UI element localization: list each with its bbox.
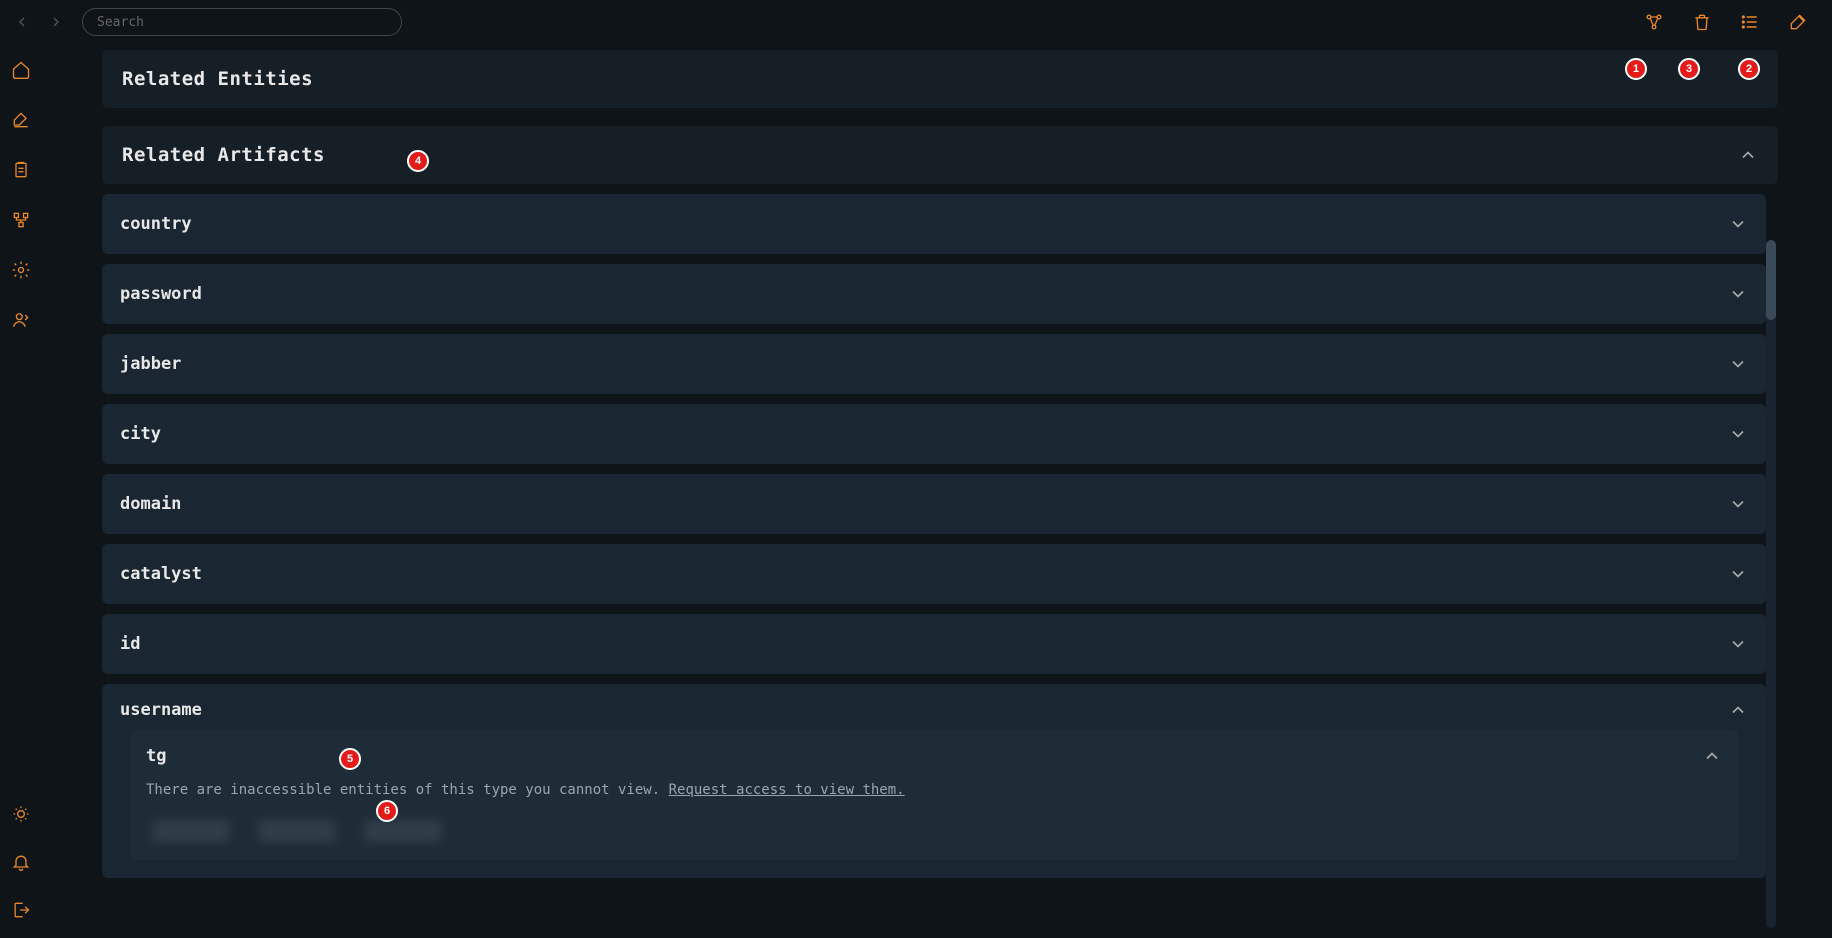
chevron-down-icon[interactable] (1728, 214, 1748, 234)
blurred-item (152, 820, 230, 842)
chevron-down-icon[interactable] (1728, 494, 1748, 514)
artifact-row-jabber[interactable]: jabber (102, 334, 1766, 394)
chevron-up-icon[interactable] (1702, 746, 1722, 766)
inaccessible-text: There are inaccessible entities of this … (146, 782, 669, 798)
clipboard-icon[interactable] (11, 160, 31, 180)
artifact-row-country[interactable]: country (102, 194, 1766, 254)
back-button[interactable] (14, 14, 30, 30)
home-icon[interactable] (11, 60, 31, 80)
list-icon[interactable] (1740, 12, 1760, 32)
artifact-row-catalyst[interactable]: catalyst (102, 544, 1766, 604)
user-icon[interactable] (11, 310, 31, 330)
related-entities-section[interactable]: Related Entities (102, 50, 1778, 108)
sub-label: tg (146, 746, 166, 766)
artifact-row-city[interactable]: city (102, 404, 1766, 464)
chevron-up-icon[interactable] (1738, 145, 1758, 165)
artifact-label: city (120, 424, 161, 444)
marker-5: 5 (339, 748, 361, 770)
chevron-down-icon[interactable] (1728, 424, 1748, 444)
top-actions (1644, 12, 1822, 32)
edit-icon[interactable] (11, 110, 31, 130)
blurred-entities (146, 820, 1722, 842)
artifact-row-id[interactable]: id (102, 614, 1766, 674)
username-sub-tg: tg There are inaccessible entities of th… (130, 730, 1738, 860)
inaccessible-message: There are inaccessible entities of this … (146, 782, 1722, 798)
marker-3: 3 (1678, 58, 1700, 80)
search-input[interactable] (82, 8, 402, 36)
marker-1: 1 (1625, 58, 1647, 80)
chevron-down-icon[interactable] (1728, 354, 1748, 374)
related-entities-title: Related Entities (122, 68, 313, 90)
artifact-label: country (120, 214, 192, 234)
chevron-down-icon[interactable] (1728, 634, 1748, 654)
blurred-item (364, 820, 442, 842)
logout-icon[interactable] (11, 900, 31, 920)
marker-2: 2 (1738, 58, 1760, 80)
artifact-label: catalyst (120, 564, 202, 584)
artifact-label: jabber (120, 354, 181, 374)
artifact-label: password (120, 284, 202, 304)
artifact-label: username (120, 700, 202, 720)
related-artifacts-title: Related Artifacts (122, 144, 325, 166)
artifact-label: id (120, 634, 140, 654)
chevron-down-icon[interactable] (1728, 284, 1748, 304)
pen-icon[interactable] (1788, 12, 1808, 32)
nav-arrows (14, 14, 64, 30)
content: Related Entities Related Artifacts count… (42, 44, 1832, 938)
theme-icon[interactable] (11, 804, 31, 824)
artifact-label: domain (120, 494, 181, 514)
marker-6: 6 (376, 800, 398, 822)
artifact-row-password[interactable]: password (102, 264, 1766, 324)
network-icon[interactable] (11, 210, 31, 230)
artifact-list: country password jabber city domain cata… (102, 194, 1778, 878)
scrollbar-thumb[interactable] (1766, 240, 1776, 320)
forward-button[interactable] (48, 14, 64, 30)
request-access-link[interactable]: Request access to view them. (669, 782, 905, 798)
trash-icon[interactable] (1692, 12, 1712, 32)
sidebar (0, 44, 42, 938)
marker-4: 4 (407, 150, 429, 172)
chevron-down-icon[interactable] (1728, 564, 1748, 584)
topbar (0, 0, 1832, 44)
blurred-item (258, 820, 336, 842)
bell-icon[interactable] (11, 852, 31, 872)
graph-icon[interactable] (1644, 12, 1664, 32)
related-artifacts-section[interactable]: Related Artifacts (102, 126, 1778, 184)
gear-icon[interactable] (11, 260, 31, 280)
chevron-up-icon[interactable] (1728, 700, 1748, 720)
artifact-row-domain[interactable]: domain (102, 474, 1766, 534)
scrollbar[interactable] (1766, 240, 1776, 928)
artifact-row-username[interactable]: username tg There are inaccessible entit… (102, 684, 1766, 878)
